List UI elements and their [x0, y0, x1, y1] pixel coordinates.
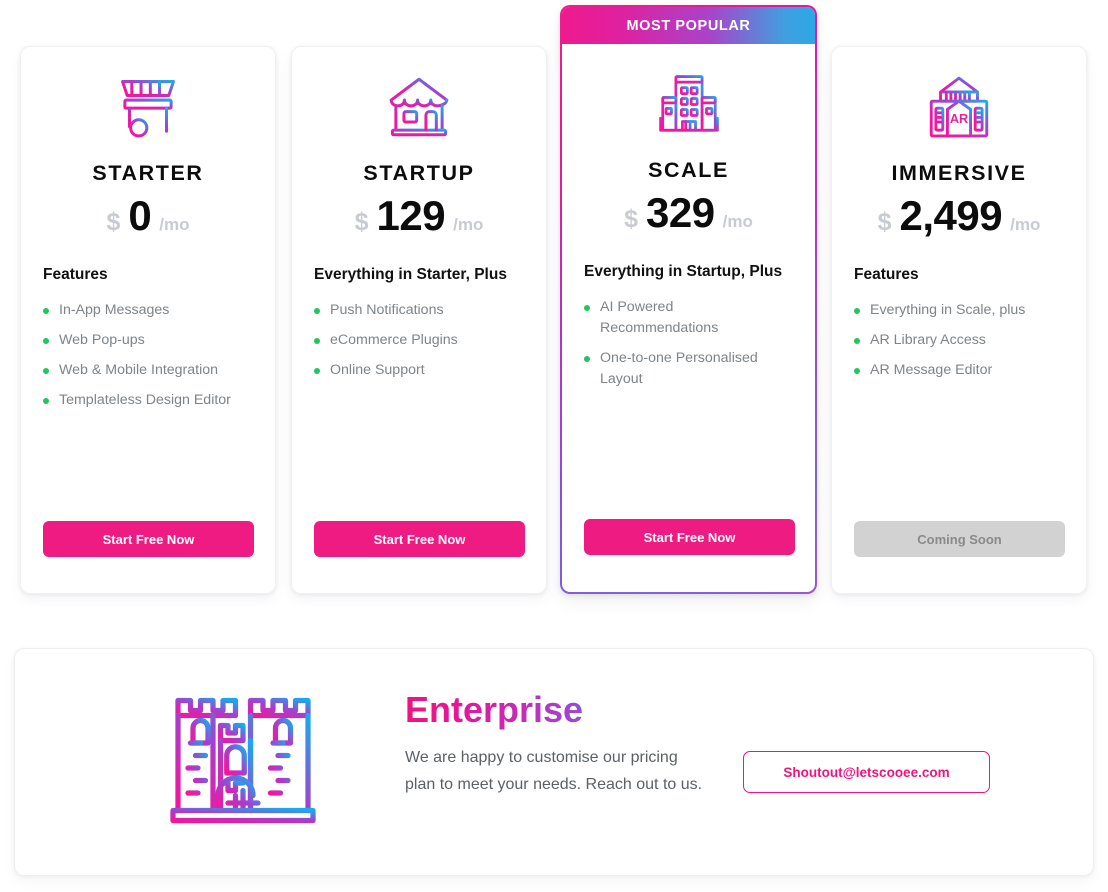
start-free-now-button[interactable]: Start Free Now: [43, 521, 254, 557]
price-amount: 129: [376, 192, 446, 239]
pricing-page: STARTER $ 0 /mo Features In-App Messages…: [0, 0, 1108, 892]
feature-label: Online Support: [330, 362, 425, 378]
price-period: /mo: [453, 215, 484, 234]
plan-card-body: SCALE $ 329 /mo Everything in Startup, P…: [562, 56, 815, 390]
price-period: /mo: [722, 212, 753, 231]
enterprise-title: Enterprise: [405, 689, 705, 730]
feature-label: Web Pop-ups: [59, 332, 145, 348]
list-item: Online Support: [314, 360, 504, 381]
plan-card-startup[interactable]: STARTUP $ 129 /mo Everything in Starter,…: [291, 46, 547, 594]
plan-name: IMMERSIVE: [891, 161, 1027, 185]
list-item: In-App Messages: [43, 300, 233, 321]
plan-price: $ 129 /mo: [292, 192, 546, 240]
list-item: One-to-one Personalised Layout: [584, 348, 774, 390]
list-item: Push Notifications: [314, 300, 504, 321]
storefront-icon: [292, 59, 546, 155]
ar-museum-icon: AR: [832, 59, 1086, 155]
plan-name: SCALE: [648, 158, 729, 182]
currency-symbol: $: [624, 205, 639, 233]
feature-label: Templateless Design Editor: [59, 392, 231, 408]
start-free-now-button[interactable]: Start Free Now: [314, 521, 525, 557]
feature-label: Web & Mobile Integration: [59, 362, 219, 378]
contact-email-button[interactable]: Shoutout@letscooee.com: [743, 751, 990, 793]
currency-symbol: $: [877, 208, 892, 236]
features-title: Features: [43, 266, 108, 283]
plan-card-body: AR IMMERSIVE $ 2,499 /mo Features Everyt…: [832, 59, 1086, 381]
castle-icon: [163, 683, 323, 848]
plan-cards-row: STARTER $ 0 /mo Features In-App Messages…: [0, 0, 1108, 600]
bullet-dot: [43, 398, 49, 404]
plan-card-immersive[interactable]: AR IMMERSIVE $ 2,499 /mo Features Everyt…: [831, 46, 1087, 594]
feature-label: eCommerce Plugins: [330, 332, 458, 348]
feature-label: Push Notifications: [330, 302, 444, 318]
plan-card-body: STARTUP $ 129 /mo Everything in Starter,…: [292, 59, 546, 381]
list-item: AR Library Access: [854, 330, 1044, 351]
office-building-icon: [562, 56, 815, 152]
bullet-dot: [43, 368, 49, 374]
list-item: Everything in Scale, plus: [854, 300, 1044, 321]
plan-card-scale[interactable]: MOST POPULAR SCALE $ 329 /mo Everything …: [560, 5, 817, 594]
feature-label: In-App Messages: [59, 302, 170, 318]
features-list: In-App Messages Web Pop-ups Web & Mobile…: [43, 300, 275, 411]
bullet-dot: [314, 308, 320, 314]
bullet-dot: [584, 305, 590, 311]
bullet-dot: [854, 338, 860, 344]
list-item: AR Message Editor: [854, 360, 1044, 381]
most-popular-badge: MOST POPULAR: [562, 7, 815, 44]
features-list: Everything in Scale, plus AR Library Acc…: [854, 300, 1086, 381]
enterprise-text-block: Enterprise We are happy to customise our…: [405, 689, 705, 798]
start-free-now-button[interactable]: Start Free Now: [584, 519, 795, 555]
price-period: /mo: [1010, 215, 1041, 234]
price-period: /mo: [159, 215, 190, 234]
feature-label: One-to-one Personalised Layout: [600, 350, 758, 387]
plan-price: $ 329 /mo: [562, 189, 815, 237]
features-title: Features: [854, 266, 919, 283]
bullet-dot: [584, 356, 590, 362]
features-title: Everything in Startup, Plus: [584, 263, 783, 280]
bullet-dot: [854, 308, 860, 314]
list-item: eCommerce Plugins: [314, 330, 504, 351]
features-list: Push Notifications eCommerce Plugins Onl…: [314, 300, 546, 381]
bullet-dot: [854, 368, 860, 374]
feature-label: AR Message Editor: [870, 362, 993, 378]
bullet-dot: [314, 368, 320, 374]
bullet-dot: [43, 308, 49, 314]
currency-symbol: $: [106, 208, 121, 236]
list-item: AI Powered Recommendations: [584, 297, 774, 339]
plan-price: $ 0 /mo: [21, 192, 275, 240]
feature-label: AI Powered Recommendations: [600, 299, 719, 336]
plan-price: $ 2,499 /mo: [832, 192, 1086, 240]
currency-symbol: $: [354, 208, 369, 236]
plan-card-starter[interactable]: STARTER $ 0 /mo Features In-App Messages…: [20, 46, 276, 594]
price-amount: 2,499: [899, 192, 1003, 239]
bullet-dot: [314, 338, 320, 344]
market-cart-icon: [21, 59, 275, 155]
plan-card-body: STARTER $ 0 /mo Features In-App Messages…: [21, 59, 275, 411]
bullet-dot: [43, 338, 49, 344]
coming-soon-button: Coming Soon: [854, 521, 1065, 557]
list-item: Templateless Design Editor: [43, 390, 233, 411]
list-item: Web Pop-ups: [43, 330, 233, 351]
svg-text:AR: AR: [950, 111, 968, 126]
enterprise-description: We are happy to customise our pricing pl…: [405, 749, 703, 794]
list-item: Web & Mobile Integration: [43, 360, 233, 381]
plan-name: STARTUP: [363, 161, 475, 185]
price-amount: 0: [128, 192, 152, 239]
features-title: Everything in Starter, Plus: [314, 266, 507, 283]
plan-card-inner: MOST POPULAR SCALE $ 329 /mo Everything …: [562, 7, 815, 592]
price-amount: 329: [646, 189, 715, 236]
plan-name: STARTER: [92, 161, 204, 185]
feature-label: Everything in Scale, plus: [870, 302, 1026, 318]
features-list: AI Powered Recommendations One-to-one Pe…: [584, 297, 815, 390]
feature-label: AR Library Access: [870, 332, 986, 348]
